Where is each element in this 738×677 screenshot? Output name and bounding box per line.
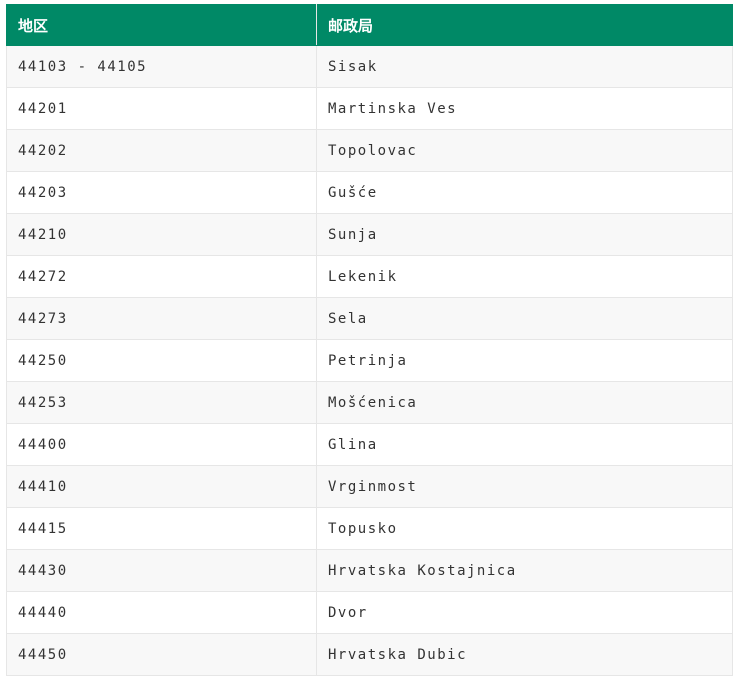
table-row: 44201 Martinska Ves <box>6 87 733 130</box>
table-row: 44210 Sunja <box>6 213 733 256</box>
column-header-region: 地区 <box>6 4 317 46</box>
postal-code-cell: 44430 <box>6 549 317 592</box>
table-row: 44450 Hrvatska Dubic <box>6 633 733 676</box>
post-office-cell: Mošćenica <box>316 381 733 424</box>
post-office-cell: Glina <box>316 423 733 466</box>
table-row: 44273 Sela <box>6 297 733 340</box>
post-office-cell: Hrvatska Dubic <box>316 633 733 676</box>
postal-code-cell: 44273 <box>6 297 317 340</box>
table-header-row: 地区 邮政局 <box>6 4 733 46</box>
table-row: 44430 Hrvatska Kostajnica <box>6 549 733 592</box>
postal-code-cell: 44415 <box>6 507 317 550</box>
post-office-cell: Lekenik <box>316 255 733 298</box>
post-office-cell: Topolovac <box>316 129 733 172</box>
postal-code-table-container: 地区 邮政局 44103 - 44105 Sisak 44201 Martins… <box>6 4 733 676</box>
postal-code-cell: 44210 <box>6 213 317 256</box>
postal-code-cell: 44201 <box>6 87 317 130</box>
table-row: 44272 Lekenik <box>6 255 733 298</box>
table-row: 44202 Topolovac <box>6 129 733 172</box>
postal-code-cell: 44202 <box>6 129 317 172</box>
postal-code-cell: 44253 <box>6 381 317 424</box>
postal-code-cell: 44440 <box>6 591 317 634</box>
table-row: 44250 Petrinja <box>6 339 733 382</box>
table-row: 44103 - 44105 Sisak <box>6 45 733 88</box>
postal-code-cell: 44250 <box>6 339 317 382</box>
postal-code-cell: 44103 - 44105 <box>6 45 317 88</box>
post-office-cell: Topusko <box>316 507 733 550</box>
table-row: 44253 Mošćenica <box>6 381 733 424</box>
postal-code-cell: 44272 <box>6 255 317 298</box>
table-row: 44410 Vrginmost <box>6 465 733 508</box>
post-office-cell: Martinska Ves <box>316 87 733 130</box>
post-office-cell: Dvor <box>316 591 733 634</box>
table-row: 44400 Glina <box>6 423 733 466</box>
postal-code-cell: 44400 <box>6 423 317 466</box>
postal-code-cell: 44450 <box>6 633 317 676</box>
table-row: 44415 Topusko <box>6 507 733 550</box>
post-office-cell: Sisak <box>316 45 733 88</box>
post-office-cell: Vrginmost <box>316 465 733 508</box>
postal-code-cell: 44410 <box>6 465 317 508</box>
column-header-post-office: 邮政局 <box>316 4 733 46</box>
postal-code-cell: 44203 <box>6 171 317 214</box>
post-office-cell: Petrinja <box>316 339 733 382</box>
postal-code-table: 地区 邮政局 44103 - 44105 Sisak 44201 Martins… <box>6 4 733 676</box>
post-office-cell: Sela <box>316 297 733 340</box>
post-office-cell: Hrvatska Kostajnica <box>316 549 733 592</box>
table-row: 44440 Dvor <box>6 591 733 634</box>
post-office-cell: Sunja <box>316 213 733 256</box>
post-office-cell: Gušće <box>316 171 733 214</box>
table-row: 44203 Gušće <box>6 171 733 214</box>
